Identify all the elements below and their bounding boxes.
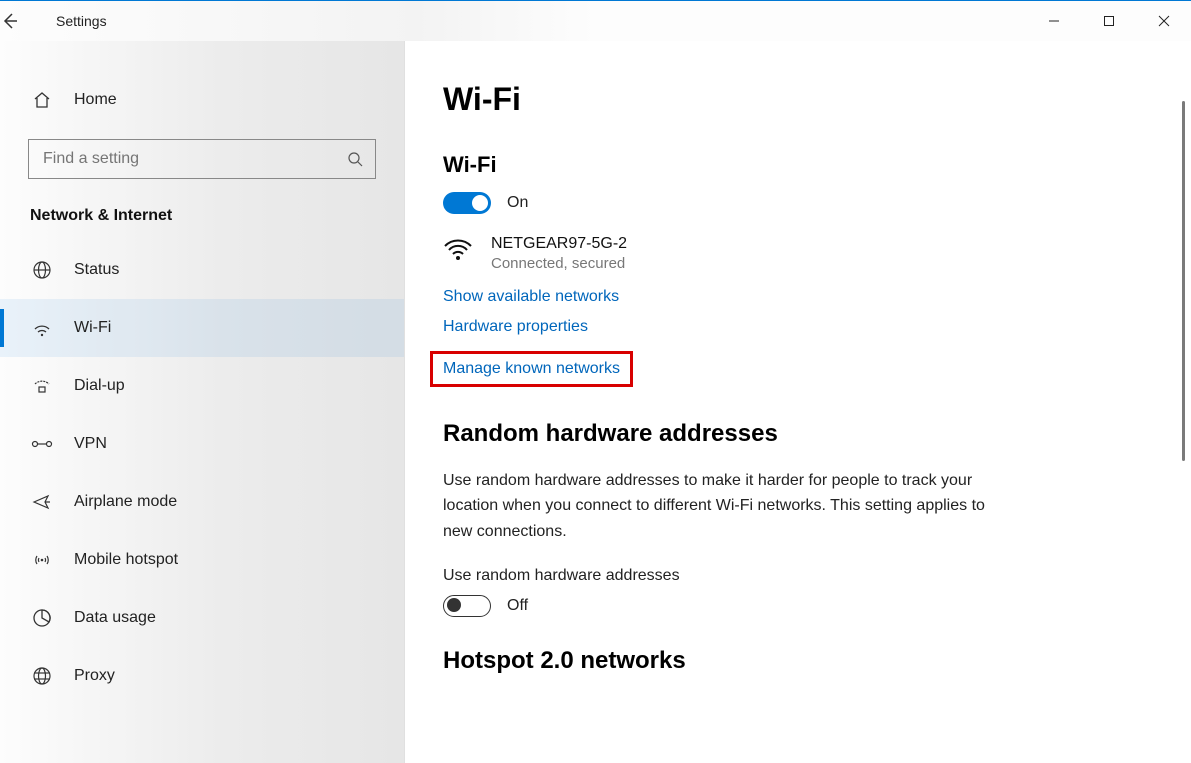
wifi-section-heading: Wi-Fi (443, 152, 1171, 178)
wifi-toggle[interactable] (443, 192, 491, 214)
manage-known-networks-link[interactable]: Manage known networks (433, 354, 630, 384)
main-content: Wi-Fi Wi-Fi On NETGEAR97-5G-2 Connected,… (405, 41, 1191, 763)
globe-icon (30, 260, 54, 280)
search-input[interactable] (28, 139, 376, 179)
wifi-toggle-state: On (507, 194, 528, 212)
minimize-button[interactable] (1026, 1, 1081, 41)
proxy-icon (30, 666, 54, 686)
sidebar-item-vpn[interactable]: VPN (0, 415, 404, 473)
sidebar-item-label: Dial-up (74, 377, 125, 395)
search-icon (347, 151, 363, 167)
random-hw-sublabel: Use random hardware addresses (443, 567, 1171, 585)
data-usage-icon (30, 608, 54, 628)
wifi-icon (30, 318, 54, 338)
sidebar-item-wifi[interactable]: Wi-Fi (0, 299, 404, 357)
sidebar-item-label: Proxy (74, 667, 115, 685)
wifi-signal-icon (443, 234, 477, 262)
sidebar-item-airplane[interactable]: Airplane mode (0, 473, 404, 531)
vpn-icon (30, 434, 54, 454)
sidebar-category: Network & Internet (0, 197, 404, 235)
sidebar-item-label: Data usage (74, 609, 156, 627)
hotspot-icon (30, 550, 54, 570)
random-hw-toggle-state: Off (507, 597, 528, 615)
search-field[interactable] (41, 149, 347, 169)
sidebar-item-label: Wi-Fi (74, 319, 111, 337)
settings-window: Settings Home (0, 0, 1191, 763)
hotspot-heading: Hotspot 2.0 networks (443, 647, 1171, 675)
scrollbar[interactable] (1182, 101, 1185, 461)
page-title: Wi-Fi (443, 81, 1171, 118)
random-hw-description: Use random hardware addresses to make it… (443, 468, 1003, 545)
sidebar-item-label: Mobile hotspot (74, 551, 178, 569)
home-icon (30, 90, 54, 110)
maximize-button[interactable] (1081, 1, 1136, 41)
titlebar: Settings (0, 1, 1191, 41)
sidebar: Home Network & Internet Status (0, 41, 405, 763)
home-label: Home (74, 91, 117, 109)
close-button[interactable] (1136, 1, 1191, 41)
sidebar-item-datausage[interactable]: Data usage (0, 589, 404, 647)
dialup-icon (30, 376, 54, 396)
network-ssid: NETGEAR97-5G-2 (491, 234, 627, 255)
sidebar-item-status[interactable]: Status (0, 241, 404, 299)
sidebar-item-proxy[interactable]: Proxy (0, 647, 404, 705)
home-button[interactable]: Home (0, 71, 404, 129)
hardware-properties-link[interactable]: Hardware properties (443, 318, 1171, 336)
random-hw-heading: Random hardware addresses (443, 420, 1171, 448)
nav-list: Status Wi-Fi Dial-up (0, 235, 404, 705)
random-hw-toggle[interactable] (443, 595, 491, 617)
window-title: Settings (50, 13, 107, 29)
window-controls (1026, 1, 1191, 41)
network-status: Connected, secured (491, 255, 627, 272)
airplane-icon (30, 492, 54, 512)
connected-network[interactable]: NETGEAR97-5G-2 Connected, secured (443, 234, 1171, 272)
sidebar-item-dialup[interactable]: Dial-up (0, 357, 404, 415)
back-button[interactable] (0, 11, 50, 31)
sidebar-item-label: VPN (74, 435, 107, 453)
sidebar-item-hotspot[interactable]: Mobile hotspot (0, 531, 404, 589)
show-available-networks-link[interactable]: Show available networks (443, 288, 1171, 306)
sidebar-item-label: Status (74, 261, 119, 279)
sidebar-item-label: Airplane mode (74, 493, 177, 511)
